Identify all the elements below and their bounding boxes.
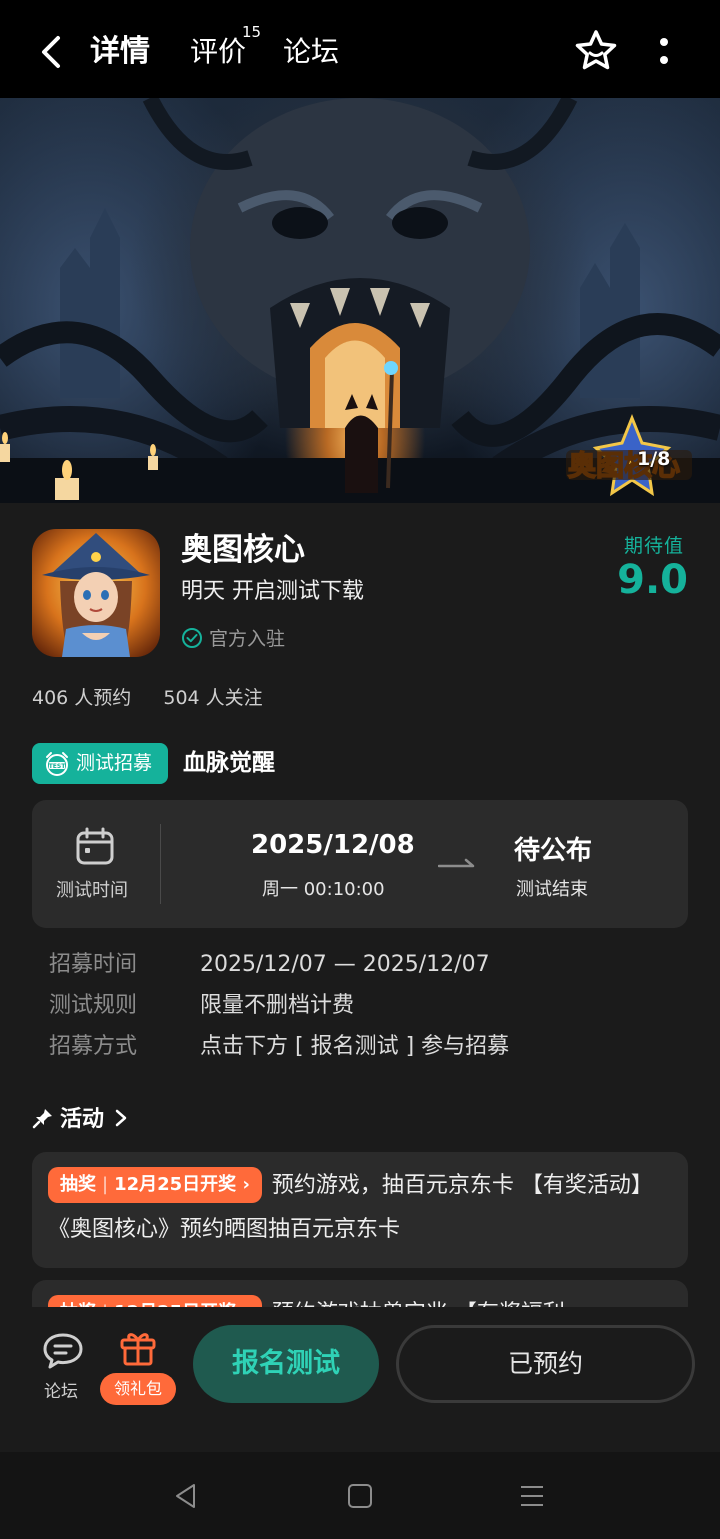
detail-key: 测试规则 bbox=[49, 993, 138, 1018]
arrow-right-icon bbox=[438, 858, 475, 868]
test-start-date: 2025/12/08 bbox=[251, 830, 415, 860]
official-verified: 官方入驻 bbox=[181, 625, 285, 653]
test-recruit-label: 测试招募 bbox=[76, 752, 153, 774]
test-title: 血脉觉醒 bbox=[183, 750, 275, 776]
test-end-status: 待公布 bbox=[514, 836, 593, 866]
app-icon bbox=[32, 529, 160, 657]
detail-key: 招募方式 bbox=[49, 1034, 138, 1059]
follower-count: 504 人关注 bbox=[163, 687, 263, 709]
banner-page-counter: 1/8 bbox=[637, 448, 671, 470]
favorite-star-icon[interactable] bbox=[573, 28, 619, 74]
official-label: 官方入驻 bbox=[209, 628, 286, 650]
calendar-icon bbox=[76, 827, 114, 865]
test-start-time: 周一 00:10:00 bbox=[262, 879, 385, 900]
badge-separator: | bbox=[102, 1174, 109, 1195]
signup-test-button[interactable]: 报名测试 bbox=[193, 1325, 379, 1403]
stats-row: 406 人预约 504 人关注 bbox=[32, 684, 263, 712]
back-arrow-icon[interactable] bbox=[36, 32, 68, 72]
activities-header[interactable]: 活动 bbox=[32, 1103, 128, 1137]
test-alarm-icon: TEST bbox=[46, 752, 68, 776]
activities-label: 活动 bbox=[60, 1107, 105, 1132]
banner-carousel[interactable]: 奥图核心 1/8 bbox=[0, 98, 720, 503]
detail-value: 限量不删档计费 bbox=[200, 993, 355, 1018]
tab-review[interactable]: 评价 15 bbox=[190, 24, 261, 72]
system-recents-icon[interactable] bbox=[518, 1482, 546, 1510]
gift-pack-label: 领礼包 bbox=[100, 1373, 176, 1405]
app-release-status: 明天 开启测试下载 bbox=[181, 579, 364, 604]
test-time-label: 测试时间 bbox=[56, 880, 128, 901]
activity-card[interactable]: 抽奖 | 12月25日开奖 › 预约游戏，抽百元京东卡 【有奖活动】《奥图核心》预约晒… bbox=[32, 1152, 688, 1268]
verified-check-icon bbox=[182, 628, 202, 648]
game-info-panel: 奥图核心 明天 开启测试下载 官方入驻 期待值 9.0 406 人预约 504 … bbox=[0, 503, 720, 1320]
bottom-action-bar: 论坛 领礼包 报名测试 已预约 bbox=[0, 1307, 720, 1452]
tab-forum-label: 论坛 bbox=[283, 35, 340, 68]
expectation-score: 9.0 bbox=[617, 557, 688, 603]
detail-value: 2025/12/07 — 2025/12/07 bbox=[200, 952, 490, 977]
card-divider bbox=[160, 824, 161, 904]
forum-button-label: 论坛 bbox=[44, 1382, 78, 1402]
system-navigation-bar bbox=[0, 1452, 720, 1539]
detail-value: 点击下方 [ 报名测试 ] 参与招募 bbox=[200, 1034, 510, 1059]
top-nav: 详情 评价 15 论坛 bbox=[0, 0, 720, 98]
tab-forum[interactable]: 论坛 bbox=[283, 32, 339, 72]
lottery-type: 抽奖 bbox=[60, 1174, 96, 1195]
tab-review-label: 评价 bbox=[190, 35, 247, 68]
reserved-button[interactable]: 已预约 bbox=[396, 1325, 695, 1403]
chat-bubble-icon bbox=[43, 1333, 83, 1369]
forum-button[interactable]: 论坛 bbox=[40, 1331, 86, 1409]
tab-detail[interactable]: 详情 bbox=[87, 32, 155, 72]
test-schedule-card: 测试时间 2025/12/08 周一 00:10:00 待公布 测试结束 bbox=[32, 800, 688, 928]
chevron-right-icon bbox=[115, 1109, 127, 1127]
pin-icon bbox=[32, 1109, 52, 1129]
banner-artwork: 奥图核心 bbox=[0, 98, 720, 503]
app-title: 奥图核心 bbox=[181, 532, 305, 568]
system-home-icon[interactable] bbox=[346, 1482, 374, 1510]
system-back-icon[interactable] bbox=[172, 1482, 200, 1510]
more-options-icon[interactable] bbox=[650, 34, 678, 70]
reservation-count: 406 人预约 bbox=[32, 687, 132, 709]
review-count-badge: 15 bbox=[242, 23, 262, 41]
tab-detail-label: 详情 bbox=[90, 34, 150, 69]
activity-content: 抽奖 | 12月25日开奖 › 预约游戏，抽百元京东卡 【有奖活动】《奥图核心》预约晒… bbox=[48, 1164, 674, 1252]
test-end-label: 测试结束 bbox=[516, 879, 588, 900]
lottery-badge: 抽奖|12月25日开奖 › bbox=[48, 1167, 262, 1203]
expectation-label: 期待值 bbox=[623, 535, 684, 557]
gift-pack-button[interactable]: 领礼包 bbox=[100, 1327, 176, 1407]
detail-key: 招募时间 bbox=[49, 952, 138, 977]
svg-text:TEST: TEST bbox=[49, 763, 67, 770]
gift-icon bbox=[120, 1333, 156, 1366]
lottery-date: 12月25日开奖 bbox=[114, 1174, 237, 1195]
test-recruit-badge: TEST 测试招募 bbox=[32, 743, 168, 784]
